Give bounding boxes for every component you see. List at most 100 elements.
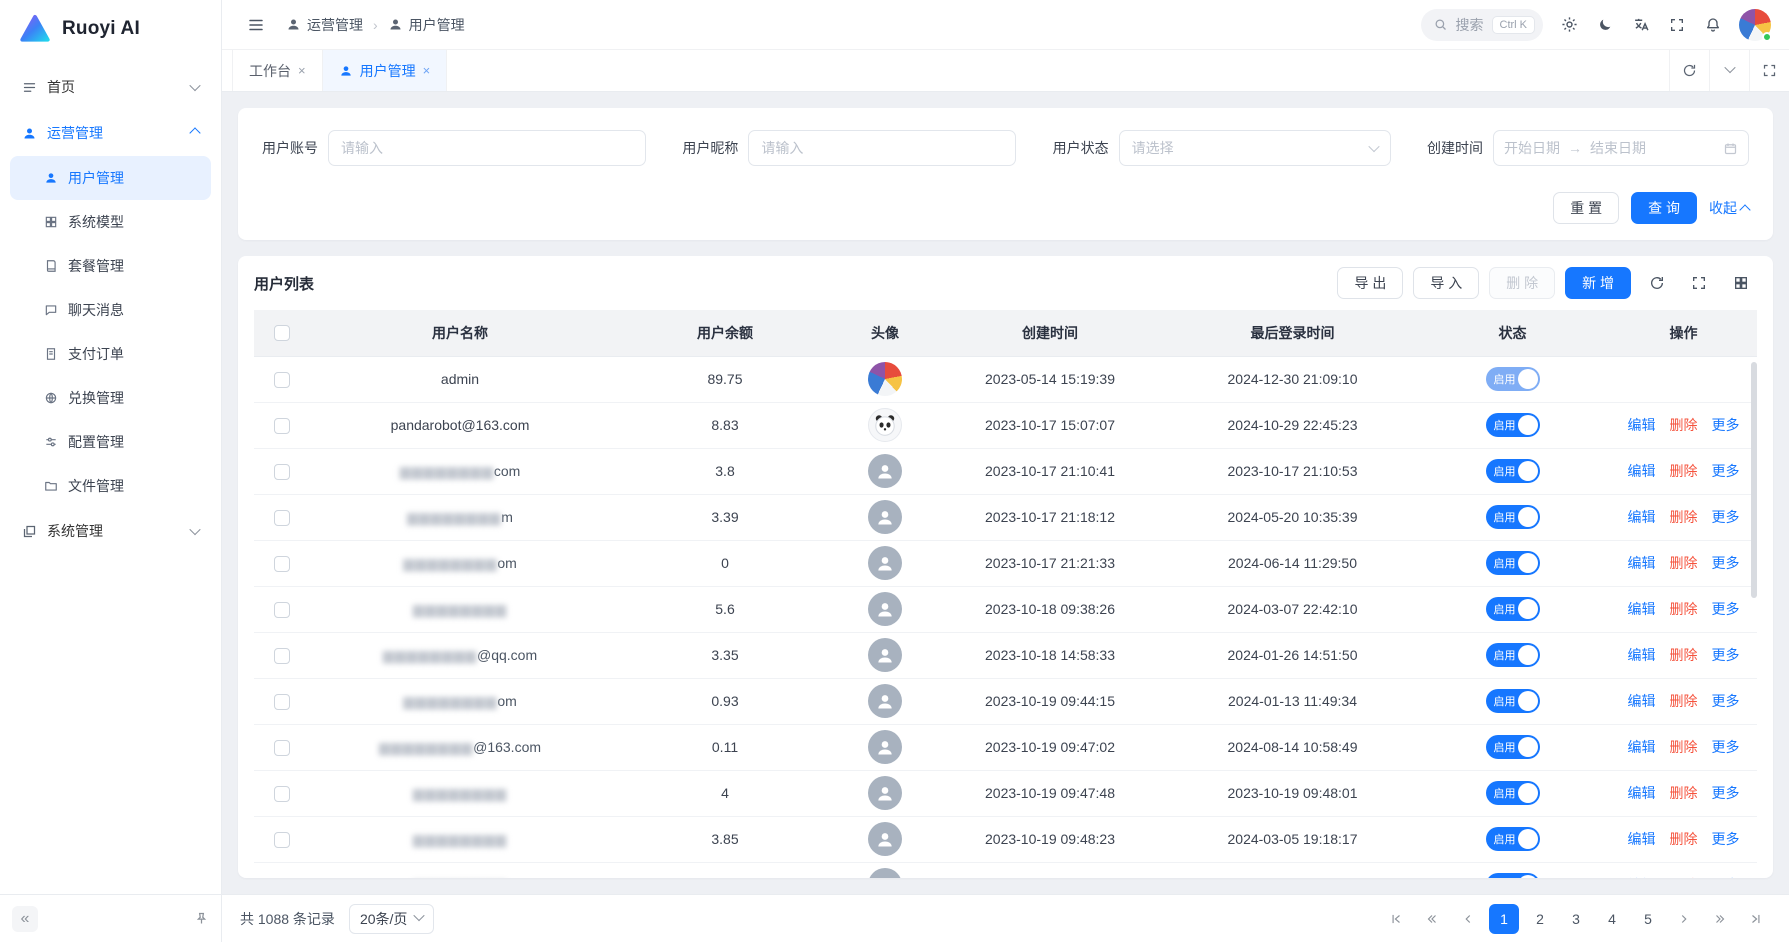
table-scrollbar[interactable] [1751, 362, 1757, 598]
edit-link[interactable]: 编辑 [1628, 647, 1656, 663]
status-toggle[interactable]: 启用 [1486, 413, 1540, 437]
translate-button[interactable] [1625, 9, 1657, 41]
row-checkbox[interactable] [274, 464, 290, 480]
hamburger-menu-button[interactable] [240, 9, 272, 41]
fullscreen-button[interactable] [1661, 9, 1693, 41]
status-toggle[interactable]: 启用 [1486, 827, 1540, 851]
theme-moon-button[interactable] [1589, 9, 1621, 41]
edit-link[interactable]: 编辑 [1628, 463, 1656, 479]
page-button-2[interactable]: 2 [1525, 904, 1555, 934]
sidebar-item-user-management[interactable]: 用户管理 [10, 156, 211, 200]
user-avatar[interactable] [1739, 9, 1771, 41]
layout-restore-button[interactable] [1749, 50, 1789, 91]
sidebar-item-operations[interactable]: 运营管理 [10, 110, 211, 156]
edit-link[interactable]: 编辑 [1628, 417, 1656, 433]
page-button-1[interactable]: 1 [1489, 904, 1519, 934]
tabs-dropdown-button[interactable] [1709, 50, 1749, 91]
notification-bell-button[interactable] [1697, 9, 1729, 41]
delete-link[interactable]: 删除 [1670, 693, 1698, 709]
jump-forward-button[interactable] [1705, 904, 1735, 934]
reset-button[interactable]: 重 置 [1553, 192, 1619, 224]
status-toggle[interactable]: 启用 [1486, 643, 1540, 667]
first-page-button[interactable] [1381, 904, 1411, 934]
edit-link[interactable]: 编辑 [1628, 877, 1656, 878]
column-settings-button[interactable] [1725, 267, 1757, 299]
sidebar-item-file-management[interactable]: 文件管理 [10, 464, 211, 508]
delete-link[interactable]: 删除 [1670, 739, 1698, 755]
table-fullscreen-button[interactable] [1683, 267, 1715, 299]
tab-workbench[interactable]: 工作台 × [232, 50, 323, 91]
more-link[interactable]: 更多 [1712, 647, 1740, 663]
row-checkbox[interactable] [274, 740, 290, 756]
page-button-3[interactable]: 3 [1561, 904, 1591, 934]
delete-link[interactable]: 删除 [1670, 555, 1698, 571]
user-account-input[interactable] [328, 130, 646, 166]
row-checkbox[interactable] [274, 372, 290, 388]
sidebar-item-payment-orders[interactable]: 支付订单 [10, 332, 211, 376]
more-link[interactable]: 更多 [1712, 417, 1740, 433]
import-button[interactable]: 导 入 [1413, 267, 1479, 299]
prev-page-button[interactable] [1453, 904, 1483, 934]
more-link[interactable]: 更多 [1712, 739, 1740, 755]
close-icon[interactable]: × [423, 63, 431, 78]
sidebar-item-system-model[interactable]: 系统模型 [10, 200, 211, 244]
table-refresh-button[interactable] [1641, 267, 1673, 299]
edit-link[interactable]: 编辑 [1628, 831, 1656, 847]
delete-link[interactable]: 删除 [1670, 417, 1698, 433]
delete-link[interactable]: 删除 [1670, 831, 1698, 847]
row-checkbox[interactable] [274, 694, 290, 710]
more-link[interactable]: 更多 [1712, 555, 1740, 571]
delete-link[interactable]: 删除 [1670, 647, 1698, 663]
page-size-select[interactable]: 20条/页 [349, 904, 434, 934]
row-checkbox[interactable] [274, 832, 290, 848]
export-button[interactable]: 导 出 [1337, 267, 1403, 299]
status-toggle[interactable]: 启用 [1486, 551, 1540, 575]
brand-area[interactable]: Ruoyi AI [0, 0, 221, 58]
sidebar-item-home[interactable]: 首页 [10, 64, 211, 110]
sidebar-item-system[interactable]: 系统管理 [10, 508, 211, 554]
status-toggle[interactable]: 启用 [1486, 873, 1540, 878]
row-checkbox[interactable] [274, 602, 290, 618]
pin-sidebar-button[interactable] [194, 911, 209, 926]
breadcrumb-item-user-management[interactable]: 用户管理 [388, 15, 465, 35]
status-toggle[interactable]: 启用 [1486, 781, 1540, 805]
last-page-button[interactable] [1741, 904, 1771, 934]
status-toggle[interactable]: 启用 [1486, 459, 1540, 483]
status-toggle[interactable]: 启用 [1486, 505, 1540, 529]
more-link[interactable]: 更多 [1712, 463, 1740, 479]
row-checkbox[interactable] [274, 786, 290, 802]
delete-link[interactable]: 删除 [1670, 785, 1698, 801]
page-button-4[interactable]: 4 [1597, 904, 1627, 934]
settings-button[interactable] [1553, 9, 1585, 41]
tab-user-management[interactable]: 用户管理 × [323, 50, 448, 91]
date-range-picker[interactable]: 开始日期 → 结束日期 [1493, 130, 1749, 166]
more-link[interactable]: 更多 [1712, 509, 1740, 525]
more-link[interactable]: 更多 [1712, 693, 1740, 709]
status-toggle[interactable]: 启用 [1486, 367, 1540, 391]
sidebar-item-package-management[interactable]: 套餐管理 [10, 244, 211, 288]
edit-link[interactable]: 编辑 [1628, 601, 1656, 617]
breadcrumb-item-operations[interactable]: 运营管理 [286, 15, 363, 35]
edit-link[interactable]: 编辑 [1628, 555, 1656, 571]
more-link[interactable]: 更多 [1712, 877, 1740, 878]
more-link[interactable]: 更多 [1712, 601, 1740, 617]
sidebar-item-exchange-management[interactable]: 兑换管理 [10, 376, 211, 420]
select-all-checkbox[interactable] [274, 325, 290, 341]
add-button[interactable]: 新 增 [1565, 267, 1631, 299]
edit-link[interactable]: 编辑 [1628, 693, 1656, 709]
sidebar-item-chat-messages[interactable]: 聊天消息 [10, 288, 211, 332]
more-link[interactable]: 更多 [1712, 785, 1740, 801]
row-checkbox[interactable] [274, 510, 290, 526]
next-page-button[interactable] [1669, 904, 1699, 934]
row-checkbox[interactable] [274, 556, 290, 572]
status-toggle[interactable]: 启用 [1486, 689, 1540, 713]
sidebar-collapse-button[interactable]: « [12, 906, 38, 932]
edit-link[interactable]: 编辑 [1628, 739, 1656, 755]
user-nickname-input[interactable] [748, 130, 1016, 166]
status-toggle[interactable]: 启用 [1486, 735, 1540, 759]
jump-back-button[interactable] [1417, 904, 1447, 934]
collapse-filters-link[interactable]: 收起 [1709, 198, 1749, 218]
close-icon[interactable]: × [298, 63, 306, 78]
edit-link[interactable]: 编辑 [1628, 785, 1656, 801]
global-search[interactable]: 搜索 Ctrl K [1421, 9, 1544, 41]
